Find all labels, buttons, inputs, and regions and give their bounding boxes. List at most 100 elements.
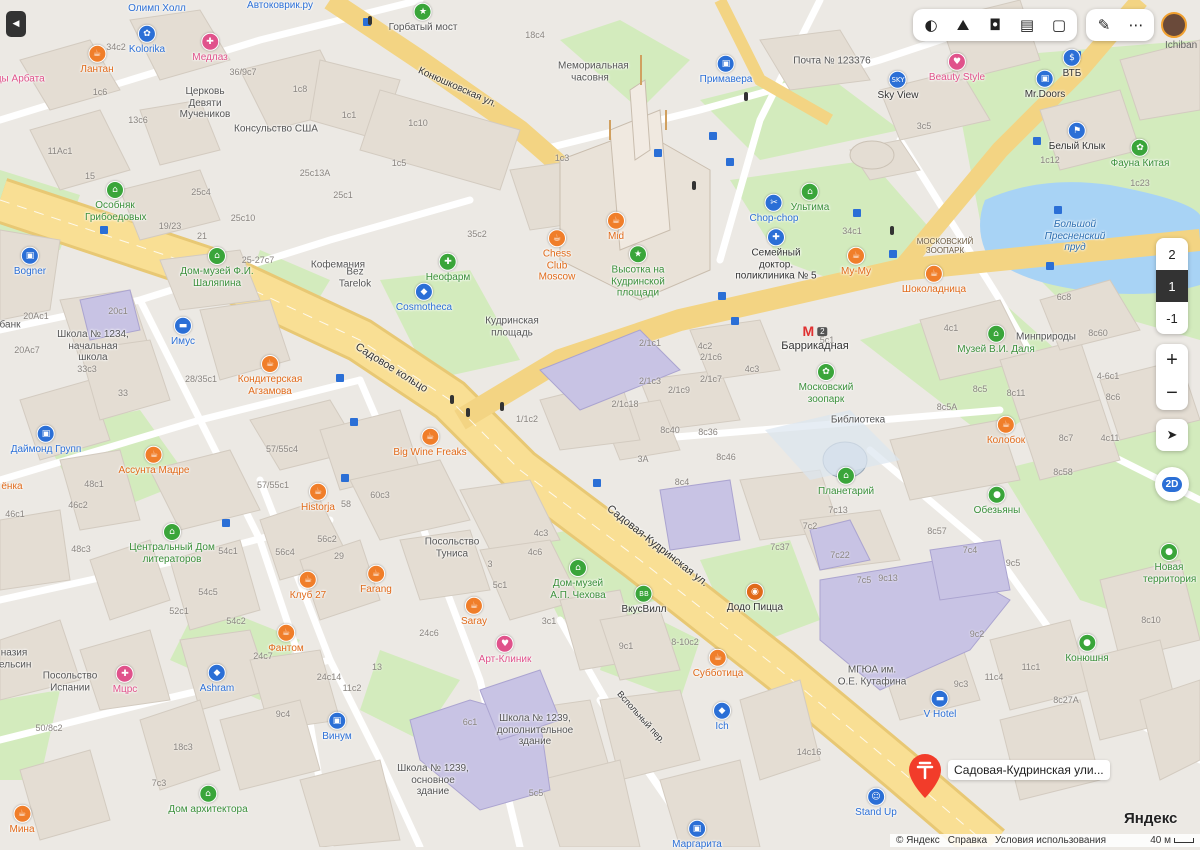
poi-mrdoors[interactable]: ▣ Mr.Doors <box>1025 69 1065 101</box>
floor-2-button[interactable]: 2 <box>1156 238 1188 270</box>
bus-stop-icon[interactable] <box>1054 206 1062 214</box>
ruler-icon[interactable]: ✎ <box>1088 9 1120 41</box>
poi-club27[interactable]: ☕ Клуб 27 <box>290 570 326 602</box>
geolocation-button[interactable]: ➤ <box>1156 419 1188 451</box>
poi-fantom[interactable]: ☕ Фантом <box>268 623 304 655</box>
restaurant-icon: ☕ <box>847 246 865 265</box>
poi-artklinik[interactable]: ♥ Арт-Клиник <box>479 634 531 666</box>
poi-skyview[interactable]: SKY Sky View <box>878 70 918 102</box>
poi-kolobok[interactable]: ☕ Колобок <box>987 415 1025 447</box>
poi-shokolad[interactable]: ☕ Шоколадница <box>902 264 966 296</box>
layers-icon[interactable]: ◐ <box>915 9 947 41</box>
poi-dal[interactable]: ⌂ Музей В.И. Даля <box>957 324 1035 356</box>
poi-fauna[interactable]: ✿ Фауна Китая <box>1111 138 1169 170</box>
bus-stop-icon[interactable] <box>222 519 230 527</box>
bus-stop-icon[interactable] <box>654 149 662 157</box>
copyright-text[interactable]: © Яндекс <box>896 835 940 846</box>
poi-mts[interactable]: ✚ Мцрс <box>113 664 137 696</box>
user-avatar[interactable] <box>1161 12 1187 38</box>
selected-place-marker[interactable] <box>905 752 945 800</box>
panorama-icon[interactable]: ⛰ <box>947 9 979 41</box>
poi-gorbaty[interactable]: ★ Горбатый мост <box>389 2 457 34</box>
poi-vtb[interactable]: $ ВТБ <box>1063 48 1081 80</box>
bus-stop-icon[interactable] <box>341 474 349 482</box>
bus-stop-icon[interactable] <box>593 479 601 487</box>
bus-stop-icon[interactable] <box>336 374 344 382</box>
collapse-sidebar-button[interactable]: ◀ <box>6 11 26 37</box>
bus-stop-icon[interactable] <box>718 292 726 300</box>
bus-stop-icon[interactable] <box>731 317 739 325</box>
floor-1-button[interactable]: 1 <box>1156 270 1188 302</box>
poi-chess[interactable]: ☕ Chess Club Moscow <box>533 229 581 283</box>
poi-konditer[interactable]: ☕ Кондитерская Агзамова <box>235 355 305 397</box>
selected-place-label[interactable]: Садовая-Кудринская ули... <box>948 760 1110 780</box>
poi-dodo[interactable]: ◉ Додо Пицца <box>727 582 783 614</box>
help-link[interactable]: Справка <box>948 835 987 846</box>
poi-granby[interactable]: ⌂ Особняк Грибоедовых <box>85 181 147 223</box>
poi-chekhov[interactable]: ⌂ Дом-музей А.П. Чехова <box>546 559 610 601</box>
poi-primavera[interactable]: ▣ Примавера <box>700 54 752 86</box>
poi-kolorika[interactable]: ✿ Kolorika <box>129 24 165 56</box>
poi-bogner[interactable]: ▣ Bogner <box>14 246 46 278</box>
bus-stop-icon[interactable] <box>709 132 717 140</box>
bus-stop-icon[interactable] <box>1033 137 1041 145</box>
poi-beauty[interactable]: ♥ Beauty Style <box>929 52 985 84</box>
poi-margarita[interactable]: ▣ Маргарита <box>672 819 722 850</box>
poi-olimp[interactable]: Олимп Холл <box>128 2 186 15</box>
poi-vkusvill[interactable]: ВВ ВкусВилл <box>622 584 666 616</box>
poi-cdl[interactable]: ⌂ Центральный Дом литераторов <box>127 523 217 565</box>
poi-shalyapin[interactable]: ⌂ Дом-музей Ф.И. Шаляпина <box>177 247 257 289</box>
square-icon[interactable]: ▢ <box>1043 9 1075 41</box>
view-mode-button[interactable]: 2D <box>1155 467 1189 501</box>
poi-zoo[interactable]: ✿ Московский зоопарк <box>796 363 856 405</box>
poi-cosmotheca[interactable]: ◆ Cosmotheca <box>396 282 452 314</box>
zoom-out-button[interactable]: − <box>1156 377 1188 410</box>
poi-planetarium[interactable]: ⌂ Планетарий <box>818 466 874 498</box>
poi-historja[interactable]: ☕ Historja <box>301 482 335 514</box>
poi-architect[interactable]: ⌂ Дом архитектора <box>168 784 248 816</box>
poi-ultima[interactable]: ⌂ Ультима <box>791 182 829 214</box>
poi-subbotitsa[interactable]: ☕ Субботица <box>693 648 743 680</box>
poi-assunta[interactable]: ☕ Ассунта Мадре <box>119 445 189 477</box>
poi-mina[interactable]: ☕ Мина <box>10 804 35 836</box>
poi-imus[interactable]: ▬ Имус <box>171 316 195 348</box>
zoom-in-button[interactable]: + <box>1156 344 1188 377</box>
poi-ich[interactable]: ◆ Ich <box>713 701 731 733</box>
poi-barrikadnaya[interactable]: М 2 Баррикадная <box>781 323 848 353</box>
poi-polyclinic[interactable]: ✚ Семейный доктор. поликлиника № 5 <box>735 228 817 282</box>
poi-standup[interactable]: ☺ Stand Up <box>855 787 897 819</box>
poi-daimond[interactable]: ▣ Даймонд Групп <box>11 424 81 456</box>
poi-ashram[interactable]: ◆ Ashram <box>200 663 234 695</box>
yandex-logo[interactable]: Яндекс <box>1124 810 1177 827</box>
poi-novaya[interactable]: ● Новая территория <box>1143 543 1196 585</box>
poi-obezyany[interactable]: ● Обезьяны <box>974 485 1020 517</box>
bus-stop-icon[interactable] <box>853 209 861 217</box>
user-name[interactable]: Ichiban B <box>1165 40 1200 51</box>
camera-icon[interactable]: ◘ <box>979 9 1011 41</box>
bus-stop-icon[interactable] <box>726 158 734 166</box>
poi-vysotka[interactable]: ★ Высотка на Кудринской площади <box>603 245 673 299</box>
poi-mymu[interactable]: ☕ My-My <box>841 246 871 278</box>
poi-farang[interactable]: ☕ Farang <box>360 564 392 596</box>
bus-stop-icon[interactable] <box>350 418 358 426</box>
transit-icon[interactable]: ▤ <box>1011 9 1043 41</box>
bus-stop-icon[interactable] <box>1046 262 1054 270</box>
bus-stop-icon[interactable] <box>100 226 108 234</box>
poi-avtokovrik[interactable]: Автоковрик.ру <box>247 0 313 11</box>
poi-bigwine[interactable]: ☕ Big Wine Freaks <box>393 427 467 459</box>
poi-mid[interactable]: ☕ Mid <box>607 211 625 243</box>
poi-lantan[interactable]: ☕ Лантан <box>80 44 114 76</box>
poi-neofarm[interactable]: ✚ Неофарм <box>426 252 470 284</box>
more-button[interactable]: ⋯ <box>1120 9 1152 41</box>
pizza-icon: ◉ <box>745 582 764 601</box>
poi-enka[interactable]: ёнка <box>1 480 22 493</box>
terms-link[interactable]: Условия использования <box>995 835 1106 846</box>
poi-vinum[interactable]: ▣ Винум <box>322 711 352 743</box>
poi-vhotel[interactable]: ▬ V Hotel <box>924 689 956 721</box>
poi-saray[interactable]: ☕ Saray <box>461 596 487 628</box>
poi-bellyklyk[interactable]: ⚑ Белый Клык <box>1049 121 1105 153</box>
floor-minus1-button[interactable]: -1 <box>1156 302 1188 334</box>
poi-medlaz[interactable]: ✚ Медлаз <box>192 32 228 64</box>
bus-stop-icon[interactable] <box>889 250 897 258</box>
poi-konyushnya[interactable]: ● Конюшня <box>1065 633 1109 665</box>
